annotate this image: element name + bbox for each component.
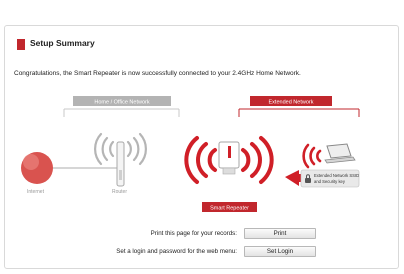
router-label: Router [112, 189, 127, 195]
laptop-signal-icon [302, 143, 322, 169]
success-message: Congratulations, the Smart Repeater is n… [14, 70, 301, 77]
home-network-bracket: Home / Office Network [63, 96, 180, 117]
repeater-label: Smart Repeater [210, 206, 249, 212]
page-title: Setup Summary [30, 38, 95, 48]
extended-network-label: Extended Network [269, 100, 314, 106]
print-row: Print this page for your records: Print [5, 228, 400, 240]
ssid-badge-line1: Extended Network SSID [314, 173, 359, 178]
login-prompt: Set a login and password for the web men… [116, 248, 237, 255]
ssid-badge-line2: and Security key [314, 179, 346, 184]
print-prompt: Print this page for your records: [150, 230, 237, 237]
globe-icon [21, 152, 53, 184]
extended-network-bracket: Extended Network [238, 96, 360, 117]
set-login-button[interactable]: Set Login [244, 246, 316, 257]
setup-summary-panel: Setup Summary Congratulations, the Smart… [4, 25, 399, 269]
login-row: Set a login and password for the web men… [5, 246, 400, 258]
home-network-label: Home / Office Network [94, 100, 149, 106]
print-button[interactable]: Print [244, 228, 316, 239]
network-diagram: Home / Office Network Extended Network I… [21, 96, 360, 212]
title-marker [17, 39, 25, 50]
laptop-icon [324, 143, 356, 164]
smart-repeater-icon [218, 141, 240, 175]
internet-label: Internet [27, 189, 45, 195]
router-icon [116, 141, 125, 187]
